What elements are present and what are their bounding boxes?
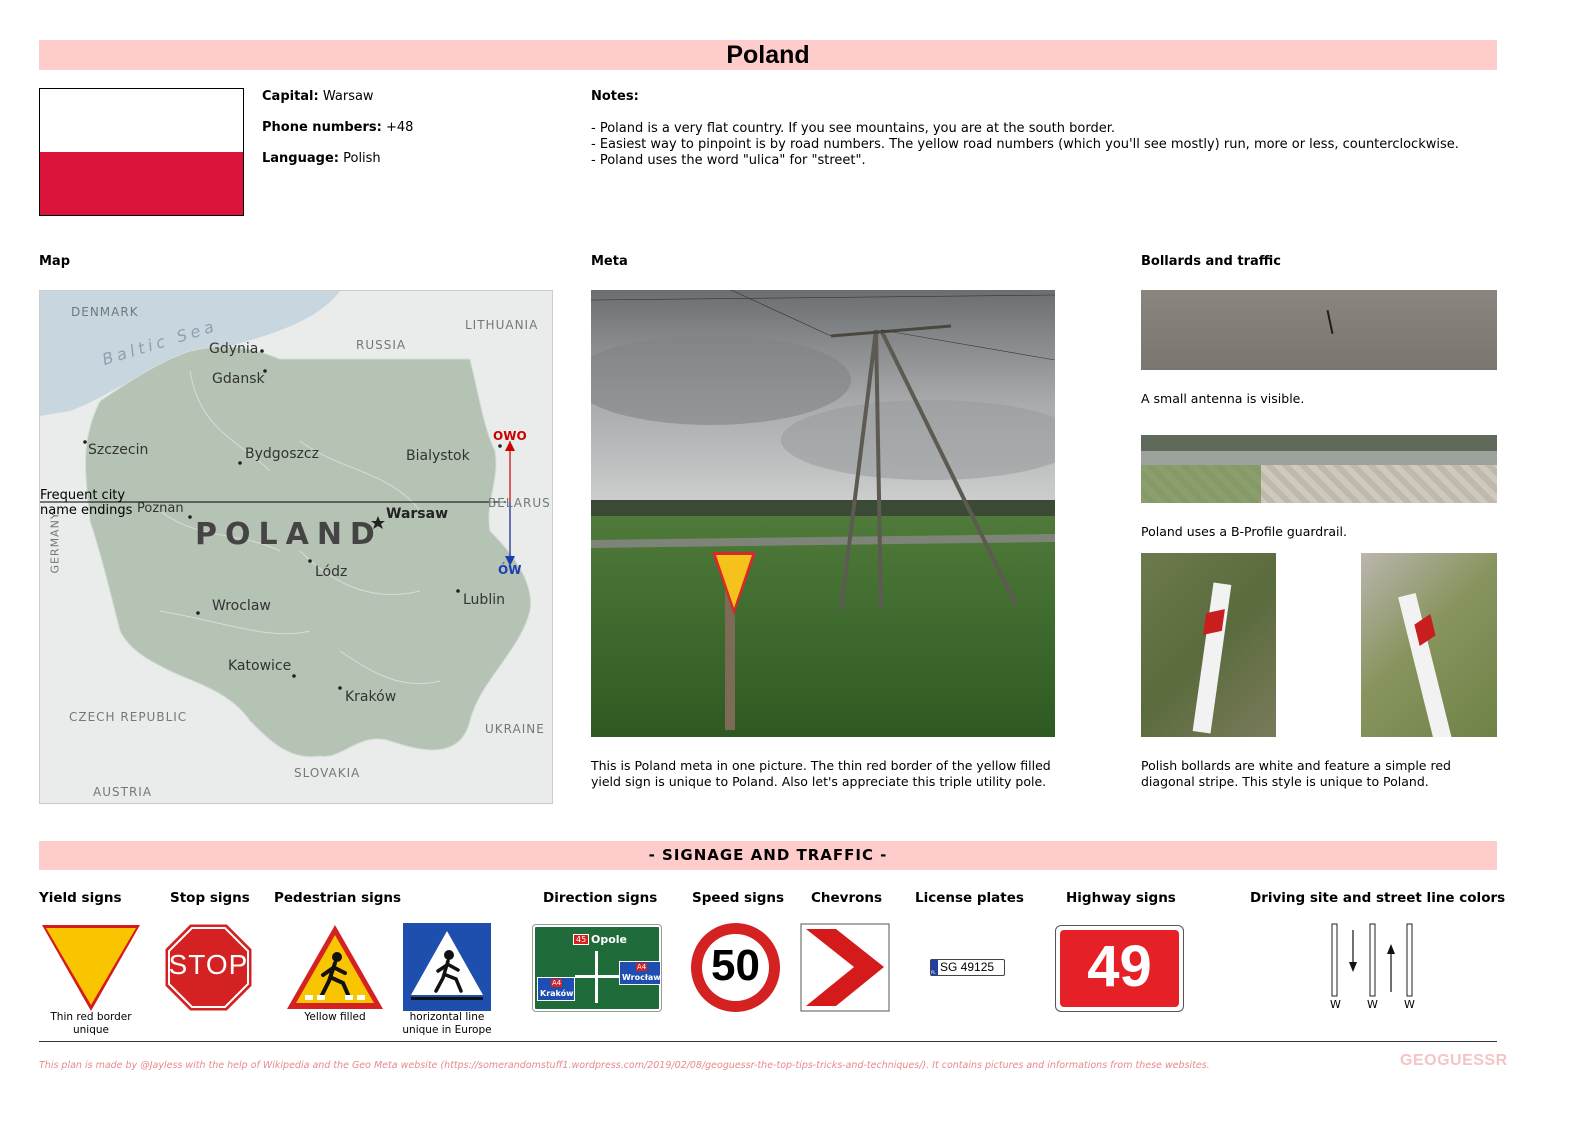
lane-label-2: W	[1367, 998, 1378, 1011]
notes-block: Notes: - Poland is a very flat country. …	[591, 89, 1496, 169]
meta-photo	[591, 290, 1055, 737]
note-line: - Easiest way to pinpoint is by road num…	[591, 137, 1459, 152]
language-label: Language:	[262, 151, 339, 166]
city-bialystok: Bialystok	[406, 448, 470, 464]
speed-value: 50	[711, 941, 760, 990]
note-line: - Poland uses the word "ulica" for "stre…	[591, 153, 866, 168]
bollard-photo-1	[1141, 553, 1276, 737]
phone-label: Phone numbers:	[262, 120, 382, 135]
antenna-caption: A small antenna is visible.	[1141, 391, 1305, 406]
page-title: Poland	[726, 41, 810, 69]
city-katowice: Katowice	[228, 658, 292, 674]
ending-north: OWO	[493, 429, 527, 443]
yield-note: Thin red border unique	[50, 1011, 132, 1036]
country-label-germany: GERMANY	[48, 511, 62, 574]
lane-label-3: W	[1404, 998, 1415, 1011]
poland-flag	[39, 88, 244, 216]
signage-banner: - SIGNAGE AND TRAFFIC -	[39, 841, 1497, 870]
meta-caption: This is Poland meta in one picture. The …	[591, 758, 1051, 789]
info-block: Capital: Warsaw Phone numbers: +48 Langu…	[262, 89, 413, 166]
city-warsaw: Warsaw	[386, 506, 449, 522]
footer-divider	[39, 1041, 1497, 1042]
direction-city-left: Kraków	[540, 989, 574, 998]
guardrail-caption: Poland uses a B-Profile guardrail.	[1141, 524, 1347, 539]
bollards-heading: Bollards and traffic	[1141, 254, 1281, 269]
pedestrian-note-2: horizontal line unique in Europe	[402, 1011, 492, 1036]
title-banner: Poland	[39, 40, 1497, 70]
license-plate-icon: PL SG 49125	[930, 959, 1005, 976]
notes-heading: Notes:	[591, 89, 639, 104]
country-label-poland: POLAND	[195, 517, 383, 552]
plate-number: SG 49125	[940, 960, 995, 974]
antenna-photo	[1141, 290, 1497, 370]
guardrail-photo	[1141, 435, 1497, 503]
map-heading: Map	[39, 254, 71, 269]
pedestrian-note-1: Yellow filled	[304, 1011, 366, 1023]
country-label-belarus: BELARUS	[488, 496, 551, 510]
speed-header: Speed signs	[692, 890, 785, 906]
capital-value: Warsaw	[322, 89, 374, 104]
city-bydgoszcz: Bydgoszcz	[245, 446, 319, 462]
driving-header: Driving site and street line colors	[1250, 890, 1506, 906]
city-lublin: Lublin	[463, 592, 505, 608]
country-label-slovakia: SLOVAKIA	[294, 766, 361, 780]
language-value: Polish	[343, 151, 381, 166]
stop-sign-icon: STOP	[164, 923, 253, 1012]
endings-label: Frequent city name endings	[40, 488, 133, 518]
direction-city-top: Opole	[591, 933, 628, 946]
pedestrian-warning-icon	[287, 925, 383, 1009]
road-number-badge: 45	[573, 934, 590, 945]
bollard-caption: Polish bollards are white and feature a …	[1141, 758, 1451, 789]
country-label-austria: AUSTRIA	[93, 785, 153, 799]
plates-header: License plates	[915, 890, 1024, 906]
highway-sign-icon: 49	[1055, 925, 1184, 1012]
country-label-lithuania: LITHUANIA	[465, 318, 539, 332]
city-lodz: Lódz	[315, 564, 348, 580]
country-label-denmark: DENMARK	[71, 305, 139, 319]
ending-south: ÓW	[498, 563, 522, 577]
lane-label-1: W	[1330, 998, 1341, 1011]
driving-lanes-icon	[1331, 923, 1413, 997]
city-gdynia: Gdynia	[209, 341, 259, 357]
route-a4-right: A4	[636, 963, 648, 971]
plate-country: PL	[931, 970, 936, 975]
phone-row: Phone numbers: +48	[262, 120, 413, 135]
capital-label: Capital:	[262, 89, 319, 104]
language-row: Language: Polish	[262, 151, 413, 166]
direction-city-right: Wrocław	[622, 973, 661, 982]
bollard-photo-2	[1361, 553, 1497, 737]
yield-sign-icon	[42, 925, 140, 1011]
city-gdansk: Gdansk	[212, 371, 265, 387]
pedestrian-crossing-icon	[403, 923, 491, 1011]
speed-sign-icon: 50	[691, 923, 780, 1012]
highway-number: 49	[1087, 934, 1152, 999]
direction-header: Direction signs	[543, 890, 658, 906]
pedestrian-header: Pedestrian signs	[274, 890, 402, 906]
yield-header: Yield signs	[39, 890, 122, 906]
chevron-sign-icon	[800, 923, 890, 1012]
signage-title: - SIGNAGE AND TRAFFIC -	[648, 846, 888, 864]
stop-header: Stop signs	[170, 890, 250, 906]
city-krakow: Kraków	[345, 689, 397, 705]
poland-map: DENMARK LITHUANIA RUSSIA BELARUS GERMANY…	[39, 290, 553, 804]
country-label-czech: CZECH REPUBLIC	[69, 710, 188, 724]
geoguessr-logo: GEOGUESSR	[1400, 1052, 1508, 1069]
meta-heading: Meta	[591, 254, 628, 269]
route-a4-left: A4	[551, 979, 563, 987]
footer-text: This plan is made by @Jayless with the h…	[39, 1060, 1210, 1071]
phone-value: +48	[385, 120, 414, 135]
city-szczecin: Szczecin	[88, 442, 149, 458]
capital-row: Capital: Warsaw	[262, 89, 413, 104]
country-label-ukraine: UKRAINE	[485, 722, 545, 736]
highway-header: Highway signs	[1066, 890, 1176, 906]
city-wroclaw: Wroclaw	[212, 598, 271, 614]
stop-text: STOP	[168, 949, 249, 980]
plate-country-strip: PL	[931, 960, 938, 975]
country-label-russia: RUSSIA	[356, 338, 407, 352]
chevrons-header: Chevrons	[811, 890, 883, 906]
note-line: - Poland is a very flat country. If you …	[591, 121, 1115, 136]
direction-sign-icon: 45 Opole A4 Kraków A4 Wrocław	[532, 924, 662, 1012]
